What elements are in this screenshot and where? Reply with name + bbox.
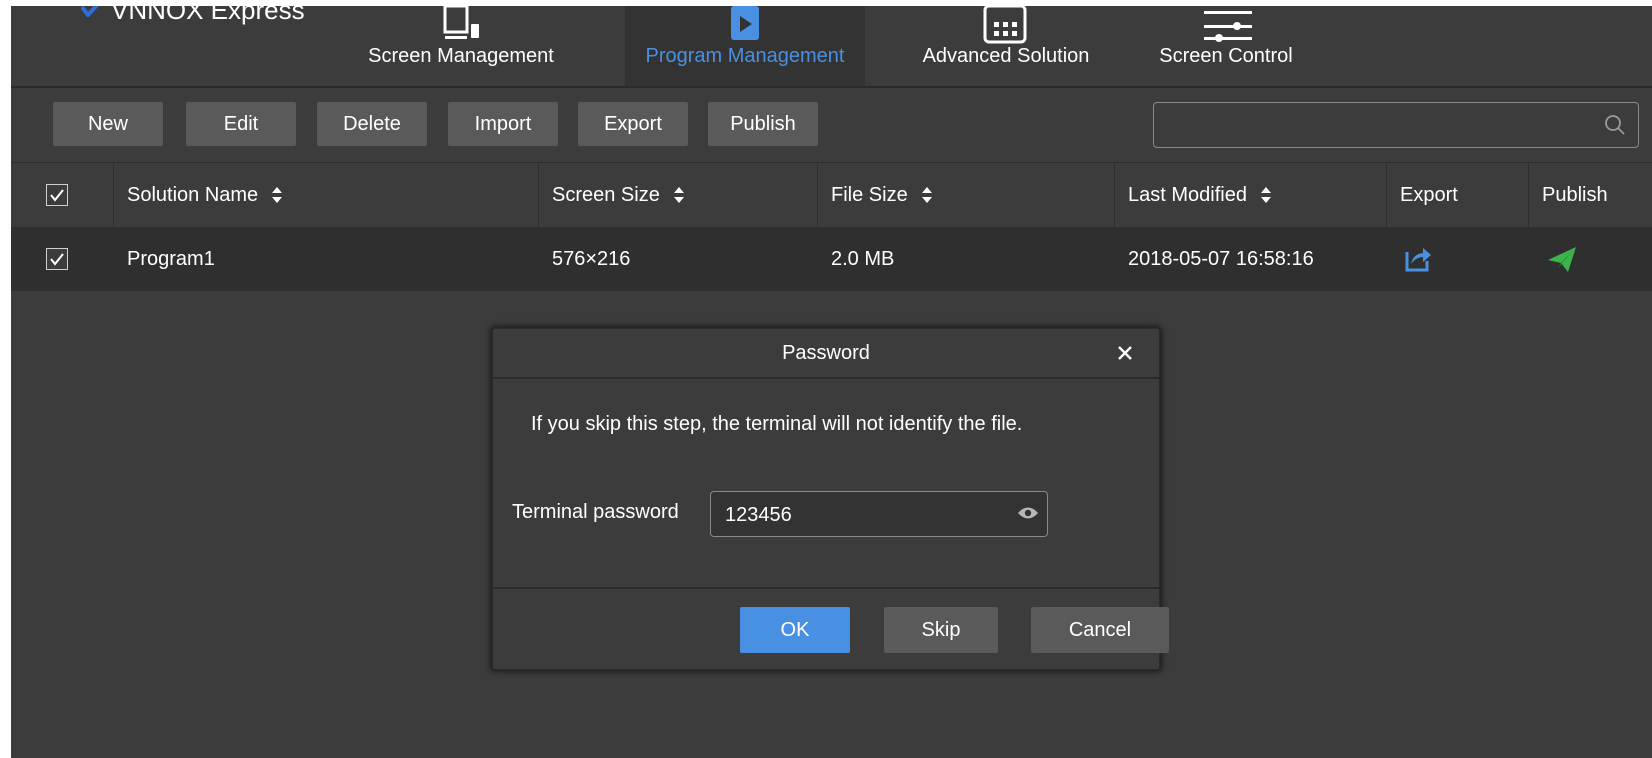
table-header: Solution Name Screen Size File Size Last… xyxy=(11,163,1652,227)
publish-action[interactable] xyxy=(1546,227,1578,291)
table-row[interactable]: Program1 576×216 2.0 MB 2018-05-07 16:58… xyxy=(11,227,1652,291)
column-label: File Size xyxy=(831,183,908,206)
tab-label: Screen Control xyxy=(1159,45,1293,67)
dialog-divider xyxy=(493,587,1159,589)
toolbar: New Edit Delete Import Export Publish xyxy=(11,88,1652,163)
skip-button[interactable]: Skip xyxy=(884,607,998,653)
cell-solution-name: Program1 xyxy=(127,247,215,270)
export-action[interactable] xyxy=(1403,227,1433,291)
tab-screen-management[interactable]: Screen Management xyxy=(361,6,561,86)
top-navigation: VNNOX Express Screen Management Program … xyxy=(11,6,1652,88)
sort-icon[interactable] xyxy=(1259,186,1273,204)
logo-icon xyxy=(81,6,99,17)
cell-screen-size: 576×216 xyxy=(552,247,631,270)
sort-icon[interactable] xyxy=(270,186,284,204)
delete-button[interactable]: Delete xyxy=(317,102,427,146)
column-label: Screen Size xyxy=(552,183,660,206)
tab-screen-control[interactable]: Screen Control xyxy=(1151,6,1301,86)
column-publish: Publish xyxy=(1542,163,1608,227)
password-field[interactable] xyxy=(710,491,1048,537)
cancel-button[interactable]: Cancel xyxy=(1031,607,1169,653)
cell-last-modified: 2018-05-07 16:58:16 xyxy=(1128,247,1314,270)
dialog-header: Password xyxy=(493,329,1159,379)
password-label: Terminal password xyxy=(512,501,679,523)
brand-name: VNNOX Express xyxy=(111,6,305,25)
column-label: Solution Name xyxy=(127,183,259,206)
column-divider xyxy=(538,163,539,227)
publish-button[interactable]: Publish xyxy=(708,102,818,146)
column-divider xyxy=(817,163,818,227)
paper-plane-icon[interactable] xyxy=(1546,244,1578,274)
tab-program-management[interactable]: Program Management xyxy=(625,6,865,86)
tab-label: Screen Management xyxy=(368,45,554,67)
monitor-icon xyxy=(443,6,479,39)
import-button[interactable]: Import xyxy=(448,102,558,146)
dialog-message: If you skip this step, the terminal will… xyxy=(531,413,1023,435)
dialog-title: Password xyxy=(782,341,870,364)
select-all-checkbox[interactable] xyxy=(46,184,68,206)
search-icon[interactable] xyxy=(1604,114,1626,136)
column-last-modified[interactable]: Last Modified xyxy=(1128,163,1273,227)
column-export: Export xyxy=(1400,163,1458,227)
column-divider xyxy=(1528,163,1529,227)
new-button[interactable]: New xyxy=(53,102,163,146)
search-input[interactable] xyxy=(1162,109,1586,141)
brand: VNNOX Express xyxy=(81,6,305,25)
tab-label: Program Management xyxy=(645,45,845,67)
share-icon[interactable] xyxy=(1403,244,1433,274)
close-icon[interactable] xyxy=(1117,345,1133,361)
column-file-size[interactable]: File Size xyxy=(831,163,934,227)
play-icon xyxy=(731,6,759,40)
column-screen-size[interactable]: Screen Size xyxy=(552,163,686,227)
column-solution-name[interactable]: Solution Name xyxy=(127,163,284,227)
password-dialog: Password If you skip this step, the term… xyxy=(492,328,1169,670)
row-checkbox[interactable] xyxy=(46,248,68,270)
sort-icon[interactable] xyxy=(920,186,934,204)
column-label: Export xyxy=(1400,183,1458,206)
export-button[interactable]: Export xyxy=(578,102,688,146)
app-window: VNNOX Express Screen Management Program … xyxy=(11,6,1652,758)
column-divider xyxy=(1386,163,1387,227)
column-label: Last Modified xyxy=(1128,183,1247,206)
password-input[interactable] xyxy=(723,500,1007,530)
cell-file-size: 2.0 MB xyxy=(831,247,895,270)
eye-icon[interactable] xyxy=(1017,505,1039,521)
sliders-icon xyxy=(1204,11,1252,42)
edit-button[interactable]: Edit xyxy=(186,102,296,146)
sort-icon[interactable] xyxy=(672,186,686,204)
column-divider xyxy=(1114,163,1115,227)
column-divider xyxy=(113,163,114,227)
column-label: Publish xyxy=(1542,183,1608,206)
check-icon xyxy=(50,253,64,266)
calendar-icon xyxy=(983,6,1027,44)
ok-button[interactable]: OK xyxy=(740,607,850,653)
search-box[interactable] xyxy=(1153,102,1639,148)
tab-advanced-solution[interactable]: Advanced Solution xyxy=(911,6,1101,86)
check-icon xyxy=(50,189,64,202)
tab-label: Advanced Solution xyxy=(922,45,1090,67)
